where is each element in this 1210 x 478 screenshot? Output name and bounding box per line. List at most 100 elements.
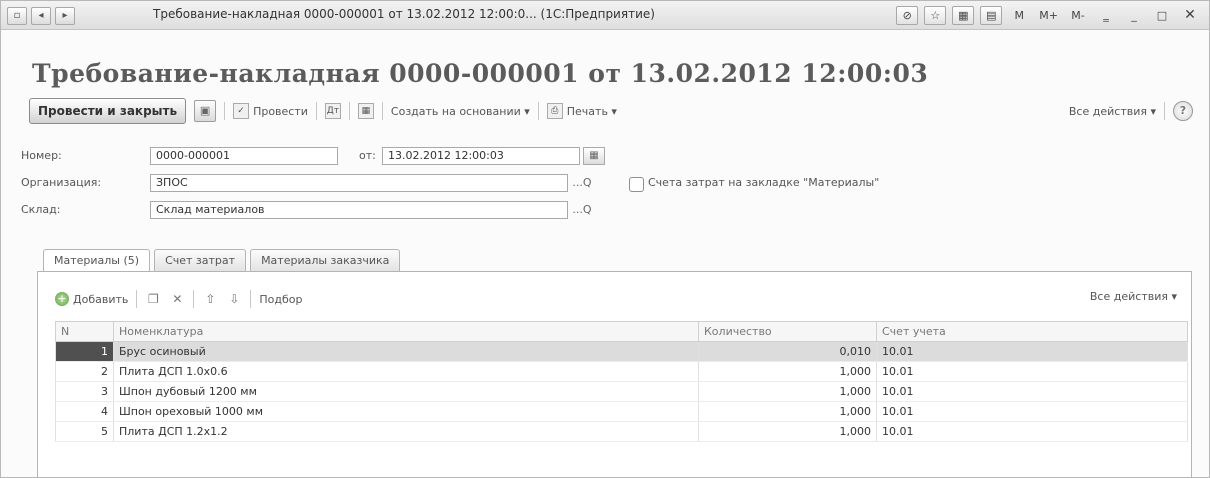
create-based-on-button[interactable]: Создать на основании ▾ <box>391 105 530 118</box>
row-account[interactable]: 10.01 <box>876 341 1188 362</box>
materials-table: N Номенклатура Количество Счет учета 1 Б… <box>55 321 1188 442</box>
row-account[interactable]: 10.01 <box>876 361 1188 382</box>
warehouse-select-icon[interactable]: ...Q <box>567 201 597 219</box>
movements-button[interactable]: Дт <box>324 103 341 119</box>
table-row[interactable]: 3 Шпон дубовый 1200 мм 1,000 10.01 <box>55 381 1188 402</box>
save-icon[interactable]: ▣ <box>194 100 217 122</box>
maximize-icon[interactable]: □ <box>1151 6 1173 25</box>
help-icon[interactable]: ? <box>1173 101 1193 121</box>
all-actions-button[interactable]: Все действия ▾ <box>1069 105 1156 118</box>
row-quantity[interactable]: 1,000 <box>698 401 877 422</box>
separator <box>1164 102 1165 120</box>
tab-customer-materials[interactable]: Материалы заказчика <box>250 249 401 271</box>
tab-bar: Материалы (5) Счет затрат Материалы зака… <box>43 249 401 272</box>
table-all-actions-button[interactable]: Все действия ▾ <box>1090 290 1177 303</box>
table-row[interactable]: 1 Брус осиновый 0,010 10.01 <box>55 341 1188 362</box>
column-header-account[interactable]: Счет учета <box>876 321 1188 342</box>
forward-arrow-icon[interactable]: ▸ <box>55 7 75 25</box>
cost-accounts-checkbox-label: Счета затрат на закладке "Материалы" <box>648 176 880 189</box>
separator <box>381 102 383 120</box>
window-title: Требование-накладная 0000-000001 от 13.0… <box>153 7 655 21</box>
minimize-icon[interactable]: _ <box>1123 6 1145 25</box>
post-button-label: Провести <box>253 104 308 118</box>
move-up-icon[interactable]: ⇧ <box>202 291 218 307</box>
post-button[interactable]: ✓ Провести <box>233 103 308 119</box>
row-nomenclature[interactable]: Плита ДСП 1.0х0.6 <box>113 361 699 382</box>
table-row[interactable]: 4 Шпон ореховый 1000 мм 1,000 10.01 <box>55 401 1188 422</box>
row-number: 5 <box>55 421 114 442</box>
number-field[interactable]: 0000-000001 <box>150 147 338 165</box>
separator <box>537 102 539 120</box>
print-button-label: Печать ▾ <box>566 104 617 118</box>
print-button[interactable]: ⎙ Печать ▾ <box>546 103 617 119</box>
page-title: Требование-накладная 0000-000001 от 13.0… <box>32 59 929 88</box>
separator <box>348 102 350 120</box>
debit-credit-icon: Дт <box>324 103 341 119</box>
back-arrow-icon[interactable]: ◂ <box>31 7 51 25</box>
column-header-nomenclature[interactable]: Номенклатура <box>113 321 699 342</box>
row-quantity[interactable]: 1,000 <box>698 381 877 402</box>
row-account[interactable]: 10.01 <box>876 381 1188 402</box>
separator <box>136 290 138 308</box>
calendar-icon[interactable]: ▤ <box>980 6 1003 25</box>
row-nomenclature[interactable]: Шпон ореховый 1000 мм <box>113 401 699 422</box>
row-nomenclature[interactable]: Брус осиновый <box>113 341 699 362</box>
column-header-n[interactable]: N <box>55 321 114 342</box>
close-icon[interactable]: ✕ <box>1179 6 1201 25</box>
row-number: 1 <box>55 341 114 362</box>
column-header-quantity[interactable]: Количество <box>698 321 877 342</box>
report-button[interactable]: ▦ <box>357 103 374 119</box>
app-menu-icon[interactable]: ▫ <box>7 7 27 25</box>
warehouse-field[interactable]: Склад материалов <box>150 201 568 219</box>
add-icon: + <box>55 292 69 306</box>
memory-plus-button[interactable]: M+ <box>1036 6 1061 25</box>
command-bar: Провести и закрыть ▣ ✓ Провести Дт ▦ Соз… <box>29 97 1199 125</box>
row-quantity[interactable]: 1,000 <box>698 421 877 442</box>
collapse-icon[interactable]: ‗ <box>1095 6 1117 25</box>
separator <box>224 102 226 120</box>
move-down-icon[interactable]: ⇩ <box>226 291 242 307</box>
cost-accounts-checkbox[interactable] <box>629 177 644 192</box>
memory-m-button[interactable]: M <box>1008 6 1030 25</box>
printer-icon: ⎙ <box>546 103 563 119</box>
selection-button[interactable]: Подбор <box>259 293 302 306</box>
organization-field[interactable]: ЗПОС <box>150 174 568 192</box>
row-number: 3 <box>55 381 114 402</box>
row-quantity[interactable]: 0,010 <box>698 341 877 362</box>
add-row-label: Добавить <box>73 292 129 306</box>
calculator-icon[interactable]: ▦ <box>952 6 975 25</box>
row-account[interactable]: 10.01 <box>876 401 1188 422</box>
row-nomenclature[interactable]: Плита ДСП 1.2х1.2 <box>113 421 699 442</box>
add-row-button[interactable]: + Добавить <box>55 292 128 306</box>
table-row[interactable]: 2 Плита ДСП 1.0х0.6 1,000 10.01 <box>55 361 1188 382</box>
separator <box>193 290 195 308</box>
calendar-picker-icon[interactable]: ▦ <box>583 147 605 165</box>
table-report-icon: ▦ <box>357 103 374 119</box>
organization-label: Организация: <box>21 176 102 189</box>
post-icon: ✓ <box>233 103 250 119</box>
table-row[interactable]: 5 Плита ДСП 1.2х1.2 1,000 10.01 <box>55 421 1188 442</box>
number-label: Номер: <box>21 149 62 162</box>
favorite-icon[interactable]: ☆ <box>924 6 947 25</box>
separator <box>315 102 317 120</box>
tab-materials[interactable]: Материалы (5) <box>43 249 151 272</box>
memory-minus-button[interactable]: M- <box>1067 6 1089 25</box>
date-field[interactable]: 13.02.2012 12:00:03 <box>382 147 580 165</box>
copy-icon[interactable]: ❐ <box>145 291 161 307</box>
row-number: 2 <box>55 361 114 382</box>
title-bar-icons: ▫ ◂ ▸ <box>7 7 75 25</box>
row-quantity[interactable]: 1,000 <box>698 361 877 382</box>
row-nomenclature[interactable]: Шпон дубовый 1200 мм <box>113 381 699 402</box>
title-bar-controls: ⊘ ☆ ▦ ▤ M M+ M- ‗ _ □ ✕ <box>896 6 1201 25</box>
table-header-row: N Номенклатура Количество Счет учета <box>55 321 1188 342</box>
title-bar: ▫ ◂ ▸ Требование-накладная 0000-000001 о… <box>1 1 1209 30</box>
row-number: 4 <box>55 401 114 422</box>
command-bar-right: Все действия ▾ ? <box>1069 101 1193 121</box>
row-account[interactable]: 10.01 <box>876 421 1188 442</box>
link-icon[interactable]: ⊘ <box>896 6 919 25</box>
materials-panel: + Добавить ❐ ✕ ⇧ ⇩ Подбор Все действия ▾… <box>37 271 1192 477</box>
delete-icon[interactable]: ✕ <box>169 291 185 307</box>
post-and-close-button[interactable]: Провести и закрыть <box>29 98 187 124</box>
organization-select-icon[interactable]: ...Q <box>567 174 597 192</box>
tab-cost-account[interactable]: Счет затрат <box>154 249 247 271</box>
